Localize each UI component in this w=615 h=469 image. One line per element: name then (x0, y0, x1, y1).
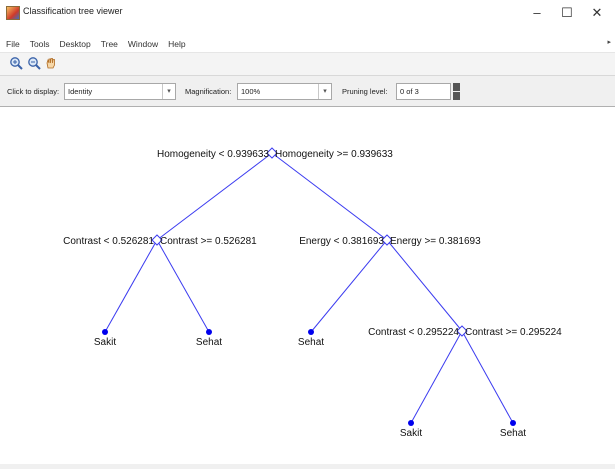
tree-edges (104, 152, 514, 424)
leaf-label: Sakit (94, 337, 116, 348)
window-title: Classification tree viewer (23, 6, 123, 16)
split-label-right: Contrast >= 0.526281 (160, 236, 257, 247)
leaf-node-l5[interactable] (206, 329, 212, 335)
pruning-level-value: 0 of 3 (400, 87, 419, 96)
menu-bar: File Tools Desktop Tree Window Help ▸ (0, 34, 615, 53)
control-bar: Click to display: Identity ▾ Magnificati… (0, 76, 615, 107)
menu-desktop[interactable]: Desktop (54, 35, 95, 49)
spinner-up-icon[interactable] (453, 83, 460, 91)
tree-edge (156, 239, 210, 333)
menu-help[interactable]: Help (162, 35, 189, 49)
app-icon (6, 6, 20, 20)
title-bar: Classification tree viewer – ☐ ✕ (0, 0, 615, 34)
leaf-label: Sehat (298, 337, 324, 348)
zoom-out-icon[interactable] (27, 56, 41, 70)
tree-edge (104, 239, 158, 333)
split-label-left: Energy < 0.381693 (299, 236, 384, 247)
tree-labels: Homogeneity < 0.939633 Homogeneity >= 0.9… (63, 149, 562, 439)
magnification-select[interactable]: 100% ▾ (237, 83, 332, 100)
pruning-level-label: Pruning level: (342, 87, 388, 96)
split-label-left: Contrast < 0.526281 (63, 236, 154, 247)
split-label-left: Contrast < 0.295224 (368, 327, 459, 338)
leaf-node-l15[interactable] (510, 420, 516, 426)
click-display-value: Identity (68, 87, 93, 96)
minimize-button[interactable]: – (522, 2, 552, 24)
menu-window[interactable]: Window (122, 35, 162, 49)
pruning-level-field[interactable]: 0 of 3 (396, 83, 451, 100)
chevron-down-icon: ▾ (318, 84, 331, 99)
tree-edge (271, 152, 388, 241)
zoom-in-icon[interactable] (9, 56, 23, 70)
split-label-left: Homogeneity < 0.939633 (157, 149, 269, 160)
tree-canvas: Homogeneity < 0.939633 Homogeneity >= 0.9… (0, 107, 615, 464)
tree-edge (410, 330, 463, 424)
toolbar (0, 53, 615, 76)
split-label-right: Contrast >= 0.295224 (465, 327, 562, 338)
leaf-label: Sehat (196, 337, 222, 348)
leaf-label: Sakit (400, 428, 422, 439)
menu-file[interactable]: File (0, 35, 24, 49)
split-label-right: Energy >= 0.381693 (390, 236, 481, 247)
tree-edge (386, 239, 463, 332)
maximize-button[interactable]: ☐ (552, 2, 582, 24)
tree-edge (310, 239, 388, 333)
leaf-label: Sehat (500, 428, 526, 439)
leaf-node-l4[interactable] (102, 329, 108, 335)
menu-tools[interactable]: Tools (24, 35, 54, 49)
close-button[interactable]: ✕ (582, 2, 612, 24)
click-display-label: Click to display: (7, 87, 60, 96)
tree-nodes (102, 147, 516, 426)
tree-diagram: Homogeneity < 0.939633 Homogeneity >= 0.9… (63, 147, 562, 439)
menu-tree[interactable]: Tree (95, 35, 122, 49)
split-label-right: Homogeneity >= 0.939633 (275, 149, 393, 160)
pruning-level-spinner[interactable] (453, 83, 460, 100)
leaf-node-l6[interactable] (308, 329, 314, 335)
chevron-down-icon: ▾ (162, 84, 175, 99)
tree-edge (461, 330, 514, 424)
pan-icon[interactable] (44, 56, 58, 70)
magnification-label: Magnification: (185, 87, 232, 96)
magnification-value: 100% (241, 87, 261, 96)
spinner-down-icon[interactable] (453, 92, 460, 100)
leaf-node-l14[interactable] (408, 420, 414, 426)
click-display-select[interactable]: Identity ▾ (64, 83, 176, 100)
tree-edge (156, 152, 273, 241)
menu-overflow-icon[interactable]: ▸ (607, 38, 611, 46)
